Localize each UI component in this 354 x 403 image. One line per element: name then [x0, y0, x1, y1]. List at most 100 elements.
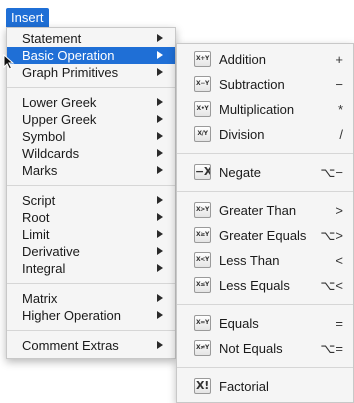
- submenu-item-greater-equals[interactable]: X≥Y Greater Equals ⌥>: [177, 223, 353, 248]
- menu-item-label: Derivative: [22, 244, 80, 259]
- submenu-item-label: Multiplication: [219, 102, 295, 117]
- submenu-item-negate[interactable]: −X Negate ⌥−: [177, 160, 353, 185]
- menu-item-derivative[interactable]: Derivative: [7, 243, 175, 260]
- greater-than-icon: X>Y: [194, 202, 211, 218]
- not-equals-icon: X≠Y: [194, 340, 211, 356]
- menu-item-label: Script: [22, 193, 56, 208]
- submenu-item-label: Division: [219, 127, 265, 142]
- submenu-item-multiplication[interactable]: X•Y Multiplication *: [177, 97, 353, 122]
- menu-item-label: Basic Operation: [22, 48, 115, 63]
- menu-item-statement[interactable]: Statement: [7, 30, 175, 47]
- submenu-item-label: Greater Equals: [219, 228, 307, 243]
- submenu-arrow-icon: [157, 341, 163, 349]
- equals-icon: X=Y: [194, 315, 211, 331]
- submenu-item-label: Negate: [219, 165, 261, 180]
- menu-insert[interactable]: Insert: [6, 8, 49, 27]
- submenu-arrow-icon: [157, 149, 163, 157]
- submenu-arrow-icon: [157, 115, 163, 123]
- menu-item-label: Matrix: [22, 291, 58, 306]
- submenu-item-label: Less Than: [219, 253, 280, 268]
- submenu-item-less-equals[interactable]: X≤Y Less Equals ⌥<: [177, 273, 353, 298]
- menu-item-integral[interactable]: Integral: [7, 260, 175, 277]
- submenu-item-label: Factorial: [219, 379, 269, 394]
- submenu-item-label: Subtraction: [219, 77, 285, 92]
- submenu-arrow-icon: [157, 264, 163, 272]
- submenu-arrow-icon: [157, 213, 163, 221]
- addition-icon: X+Y: [194, 51, 211, 67]
- menu-item-graph-primitives[interactable]: Graph Primitives: [7, 64, 175, 81]
- submenu-item-label: Equals: [219, 316, 259, 331]
- submenu-separator: [177, 153, 353, 154]
- menu-item-label: Upper Greek: [22, 112, 97, 127]
- menu-item-matrix[interactable]: Matrix: [7, 290, 175, 307]
- menu-separator: [7, 283, 175, 284]
- menu-separator: [7, 185, 175, 186]
- submenu-arrow-icon: [157, 230, 163, 238]
- less-equals-icon: X≤Y: [194, 277, 211, 293]
- submenu-arrow-icon: [157, 311, 163, 319]
- keyboard-shortcut: +: [335, 52, 343, 67]
- submenu-item-subtraction[interactable]: X−Y Subtraction −: [177, 72, 353, 97]
- submenu-item-factorial[interactable]: X! Factorial: [177, 374, 353, 399]
- greater-equals-icon: X≥Y: [194, 227, 211, 243]
- submenu-arrow-icon: [157, 196, 163, 204]
- keyboard-shortcut: ⌥>: [320, 228, 343, 243]
- menu-item-script[interactable]: Script: [7, 192, 175, 209]
- keyboard-shortcut: <: [335, 253, 343, 268]
- submenu-arrow-icon: [157, 68, 163, 76]
- submenu-item-equals[interactable]: X=Y Equals =: [177, 311, 353, 336]
- menu-item-label: Wildcards: [22, 146, 80, 161]
- keyboard-shortcut: ⌥<: [320, 278, 343, 293]
- submenu-separator: [177, 304, 353, 305]
- keyboard-shortcut: ⌥−: [320, 165, 343, 180]
- submenu-separator: [177, 367, 353, 368]
- division-icon: X/Y: [194, 126, 211, 142]
- submenu-arrow-icon: [157, 247, 163, 255]
- submenu-item-label: Not Equals: [219, 341, 283, 356]
- keyboard-shortcut: =: [335, 316, 343, 331]
- submenu-arrow-icon: [157, 294, 163, 302]
- negate-icon: −X: [194, 164, 211, 180]
- menu-item-symbol[interactable]: Symbol: [7, 128, 175, 145]
- multiplication-icon: X•Y: [194, 101, 211, 117]
- submenu-arrow-icon: [157, 132, 163, 140]
- menu-separator: [7, 330, 175, 331]
- submenu-item-division[interactable]: X/Y Division /: [177, 122, 353, 147]
- menu-item-limit[interactable]: Limit: [7, 226, 175, 243]
- submenu-item-greater-than[interactable]: X>Y Greater Than >: [177, 198, 353, 223]
- menu-item-lower-greek[interactable]: Lower Greek: [7, 94, 175, 111]
- insert-menu: Statement Basic Operation Graph Primitives…: [6, 27, 176, 359]
- menu-item-basic-operation[interactable]: Basic Operation: [7, 47, 175, 64]
- menu-item-label: Graph Primitives: [22, 65, 119, 80]
- submenu-arrow-icon: [157, 98, 163, 106]
- menu-item-higher-operation[interactable]: Higher Operation: [7, 307, 175, 324]
- menu-item-marks[interactable]: Marks: [7, 162, 175, 179]
- keyboard-shortcut: −: [335, 77, 343, 92]
- submenu-item-not-equals[interactable]: X≠Y Not Equals ⌥=: [177, 336, 353, 361]
- submenu-separator: [177, 191, 353, 192]
- menu-item-label: Symbol: [22, 129, 66, 144]
- keyboard-shortcut: *: [337, 102, 343, 117]
- menu-item-label: Statement: [22, 31, 82, 46]
- submenu-arrow-icon: [157, 51, 163, 59]
- submenu-item-addition[interactable]: X+Y Addition +: [177, 47, 353, 72]
- menu-item-comment-extras[interactable]: Comment Extras: [7, 337, 175, 354]
- submenu-arrow-icon: [157, 34, 163, 42]
- menu-item-label: Limit: [22, 227, 50, 242]
- menu-item-label: Higher Operation: [22, 308, 121, 323]
- menu-item-label: Comment Extras: [22, 338, 119, 353]
- keyboard-shortcut: >: [335, 203, 343, 218]
- menu-separator: [7, 87, 175, 88]
- menu-item-label: Lower Greek: [22, 95, 97, 110]
- less-than-icon: X<Y: [194, 252, 211, 268]
- submenu-item-label: Greater Than: [219, 203, 297, 218]
- submenu-item-less-than[interactable]: X<Y Less Than <: [177, 248, 353, 273]
- menu-item-wildcards[interactable]: Wildcards: [7, 145, 175, 162]
- submenu-item-label: Less Equals: [219, 278, 290, 293]
- submenu-item-label: Addition: [219, 52, 266, 67]
- menu-item-root[interactable]: Root: [7, 209, 175, 226]
- menu-item-upper-greek[interactable]: Upper Greek: [7, 111, 175, 128]
- subtraction-icon: X−Y: [194, 76, 211, 92]
- menu-item-label: Integral: [22, 261, 66, 276]
- keyboard-shortcut: /: [339, 127, 343, 142]
